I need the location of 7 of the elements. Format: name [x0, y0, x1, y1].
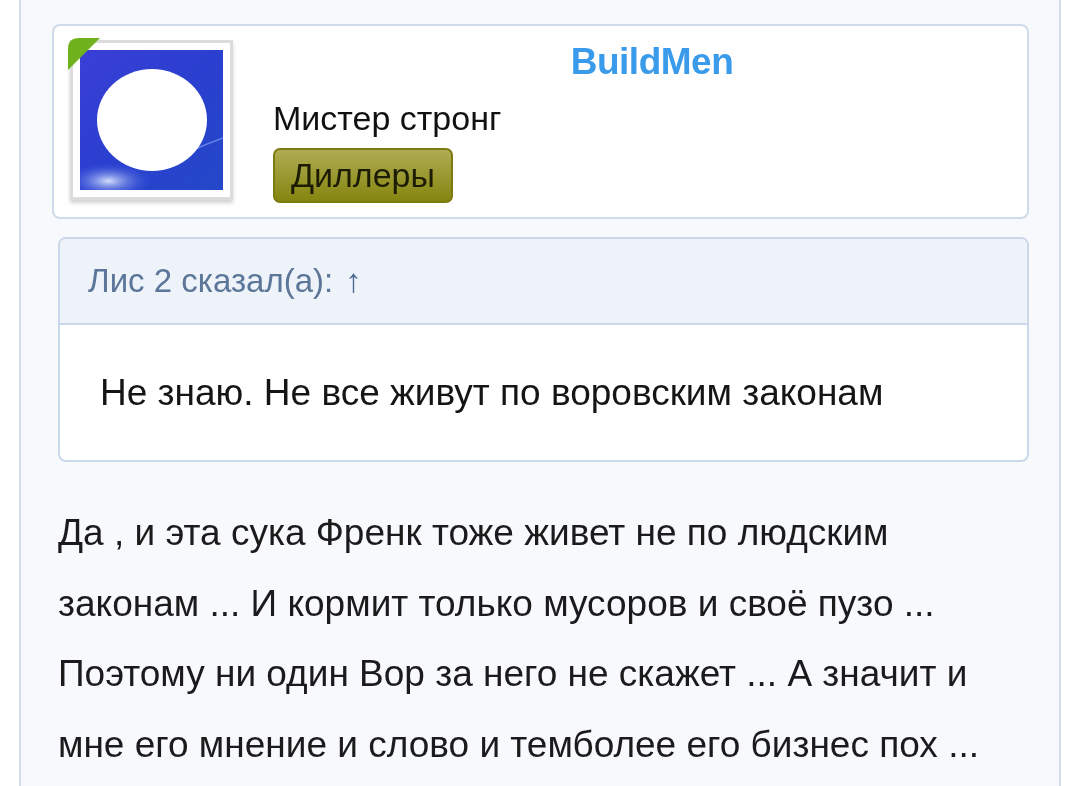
group-badge: Диллеры — [273, 148, 453, 203]
quote-attribution: Лис 2 сказал(а): — [88, 262, 334, 300]
username-link[interactable]: BuildMen — [570, 40, 734, 84]
quote-text: Не знаю. Не все живут по воровским законам — [100, 371, 884, 414]
post-text: Да , и эта сука Френк тоже живет не по людским законам ... И кормит только мусоров и своё пузо ... Поэтому ни один Вор за него не скажет ... А значит и мне его мнение и слово и темболее его бизнес пох ... — [58, 511, 980, 767]
jump-to-post-link[interactable]: ↑ — [345, 262, 362, 300]
user-title: Мистер стронг — [273, 98, 502, 138]
